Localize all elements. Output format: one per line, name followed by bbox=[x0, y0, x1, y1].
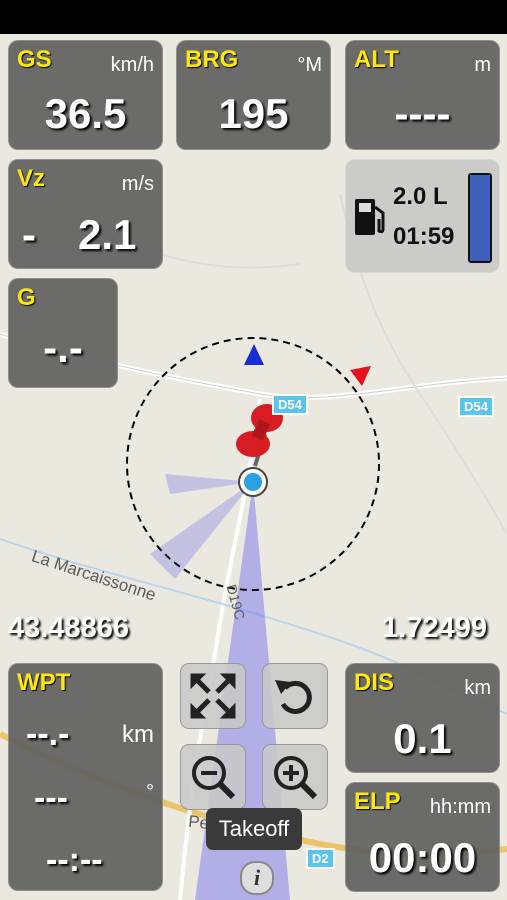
road-label: D2 bbox=[306, 848, 335, 869]
wpt-time: --:-- bbox=[46, 841, 103, 879]
rotate-icon bbox=[275, 680, 312, 714]
rotate-button[interactable] bbox=[262, 663, 328, 729]
north-marker bbox=[244, 344, 264, 365]
gs-unit: km/h bbox=[110, 54, 154, 76]
road-label: D54 bbox=[458, 396, 494, 417]
latitude-readout: 43.48866 bbox=[8, 612, 129, 644]
elp-panel[interactable]: ELP hh:mm 00:00 bbox=[345, 782, 500, 892]
fuel-gauge-fill bbox=[470, 175, 490, 261]
dis-unit: km bbox=[464, 677, 491, 699]
bearing-marker bbox=[350, 366, 371, 386]
alt-panel[interactable]: ALT m ---- bbox=[345, 40, 500, 150]
alt-label: ALT bbox=[354, 46, 399, 73]
brg-panel[interactable]: BRG °M 195 bbox=[176, 40, 331, 150]
brg-value: 195 bbox=[218, 90, 289, 137]
fuel-gauge bbox=[468, 173, 492, 263]
zoom-out-icon bbox=[192, 756, 236, 800]
expand-arrows-icon bbox=[190, 673, 236, 719]
g-panel[interactable]: G -.- bbox=[8, 278, 118, 388]
wpt-bearing-unit: ° bbox=[146, 781, 154, 803]
alt-unit: m bbox=[474, 54, 491, 76]
brg-label: BRG bbox=[185, 46, 239, 73]
dis-value: 0.1 bbox=[393, 715, 452, 762]
alt-value: ---- bbox=[394, 90, 451, 137]
vz-label: Vz bbox=[17, 165, 46, 192]
gs-label: GS bbox=[17, 46, 52, 73]
vz-unit: m/s bbox=[121, 173, 154, 195]
zoom-out-button[interactable] bbox=[180, 744, 246, 810]
elp-value: 00:00 bbox=[368, 834, 477, 881]
longitude-readout: 1.72499 bbox=[382, 612, 487, 644]
fuel-panel[interactable]: 2.0 L 01:59 bbox=[345, 159, 500, 273]
fuel-pump-icon bbox=[355, 199, 385, 235]
elp-unit: hh:mm bbox=[429, 796, 491, 818]
wpt-bearing: --- bbox=[34, 779, 68, 817]
takeoff-tooltip: Takeoff bbox=[206, 808, 302, 850]
gs-panel[interactable]: GS km/h 36.5 bbox=[8, 40, 163, 150]
zoom-in-button[interactable] bbox=[262, 744, 328, 810]
vz-value: 2.1 bbox=[78, 211, 137, 258]
gs-value: 36.5 bbox=[44, 90, 127, 137]
vz-sign: - bbox=[22, 211, 36, 258]
elp-label: ELP bbox=[354, 788, 401, 815]
wpt-distance-unit: km bbox=[122, 721, 154, 748]
brg-unit: °M bbox=[297, 54, 322, 76]
vz-panel[interactable]: Vz m/s - 2.1 bbox=[8, 159, 163, 269]
wpt-panel[interactable]: WPT --.- km --- ° --:-- bbox=[8, 663, 163, 891]
wpt-distance: --.- bbox=[26, 715, 70, 753]
fuel-time: 01:59 bbox=[393, 223, 455, 250]
g-value: -.- bbox=[43, 324, 83, 371]
fuel-volume: 2.0 L bbox=[393, 183, 448, 210]
wpt-label: WPT bbox=[17, 669, 71, 696]
dis-label: DIS bbox=[354, 669, 395, 696]
g-label: G bbox=[17, 284, 36, 311]
info-icon[interactable]: i bbox=[240, 861, 274, 895]
zoom-in-icon bbox=[274, 756, 318, 800]
fit-view-button[interactable] bbox=[180, 663, 246, 729]
dis-panel[interactable]: DIS km 0.1 bbox=[345, 663, 500, 773]
road-label: D54 bbox=[272, 394, 308, 415]
